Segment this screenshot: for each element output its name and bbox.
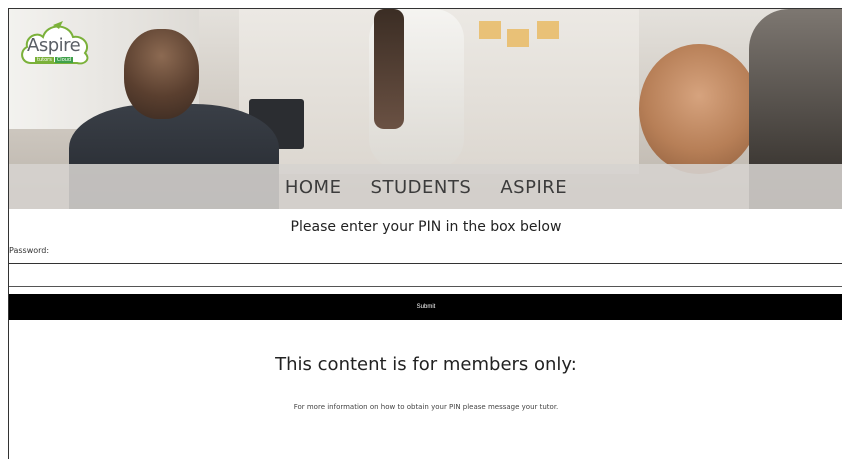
page-frame: Aspire tutors Cloud HOME STUDENTS ASPIRE … bbox=[8, 8, 842, 459]
password-label: Password: bbox=[9, 246, 50, 255]
nav-students[interactable]: STUDENTS bbox=[371, 177, 472, 198]
logo-text: Aspire bbox=[27, 35, 81, 56]
hero-person-head bbox=[124, 29, 199, 119]
password-input[interactable] bbox=[9, 263, 842, 287]
members-heading: This content is for members only: bbox=[275, 354, 577, 375]
nav-aspire[interactable]: ASPIRE bbox=[500, 177, 567, 198]
sticky-note bbox=[479, 21, 501, 39]
members-info-text: For more information on how to obtain yo… bbox=[293, 403, 559, 411]
submit-button[interactable]: Submit bbox=[9, 294, 842, 320]
logo-sub-left: tutors bbox=[35, 57, 54, 63]
logo-sub-right: Cloud bbox=[54, 57, 74, 63]
nav-home[interactable]: HOME bbox=[285, 177, 342, 198]
pin-heading: Please enter your PIN in the box below bbox=[290, 219, 562, 235]
sticky-note bbox=[537, 21, 559, 39]
hero-banner: Aspire tutors Cloud HOME STUDENTS ASPIRE bbox=[9, 9, 842, 209]
hero-person-hair bbox=[374, 9, 404, 129]
sticky-note bbox=[507, 29, 529, 47]
logo-subtitle: tutors Cloud bbox=[35, 57, 74, 63]
main-nav: HOME STUDENTS ASPIRE bbox=[9, 177, 842, 198]
hero-person-head bbox=[639, 44, 759, 174]
site-logo[interactable]: Aspire tutors Cloud bbox=[17, 17, 93, 71]
